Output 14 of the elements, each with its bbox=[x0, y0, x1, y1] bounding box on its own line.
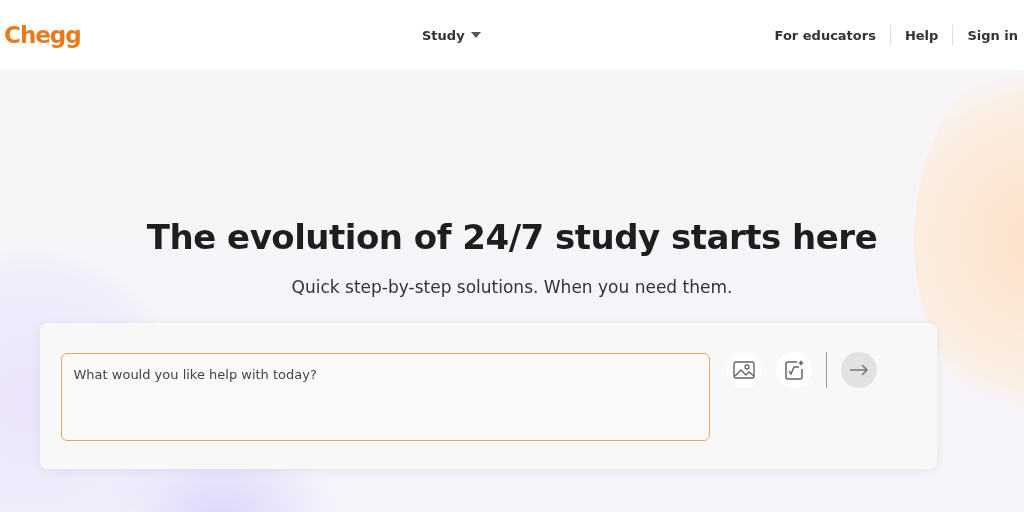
nav-link[interactable]: Help bbox=[890, 27, 953, 43]
question-field[interactable]: What would you like help with today? bbox=[60, 353, 710, 441]
image-icon bbox=[732, 361, 755, 379]
hero-subtitle: Quick step-by-step solutions. When you need them. bbox=[291, 277, 733, 297]
submit-button[interactable] bbox=[840, 352, 877, 388]
nav-link[interactable]: Sign in bbox=[953, 27, 1018, 43]
study-menu[interactable]: Study bbox=[422, 27, 481, 43]
math-icon bbox=[782, 359, 805, 381]
nav-link[interactable]: For educators bbox=[760, 27, 890, 43]
math-input-button[interactable] bbox=[775, 352, 812, 388]
caret-icon bbox=[470, 32, 481, 38]
arrow-icon bbox=[848, 364, 869, 376]
hero-title: The evolution of 24/7 study starts here bbox=[146, 217, 878, 257]
image-upload-button[interactable] bbox=[725, 352, 762, 388]
